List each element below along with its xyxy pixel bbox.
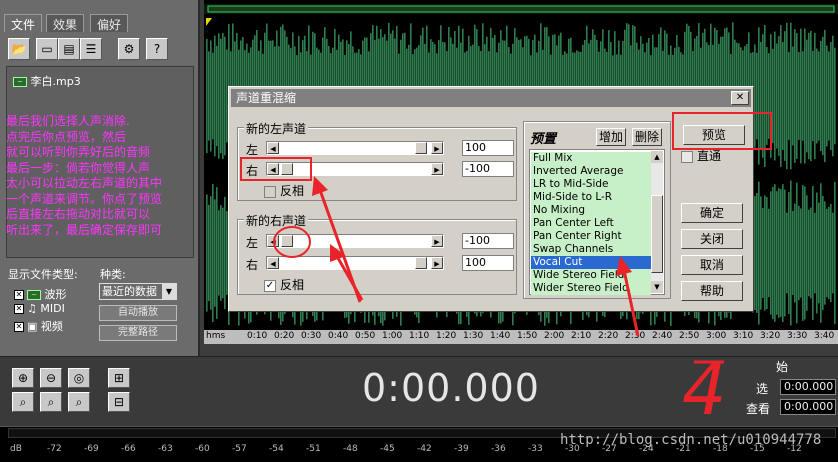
handwritten-step-number: 4 [682,349,727,431]
arrow-head [312,176,328,196]
highlight-thumb-circle [273,226,311,258]
arrow-to-vocal-cut [622,269,640,337]
arrow-head [616,256,632,276]
annotation-overlay: 4 [273,176,727,431]
arrow-to-thumb [336,257,364,301]
